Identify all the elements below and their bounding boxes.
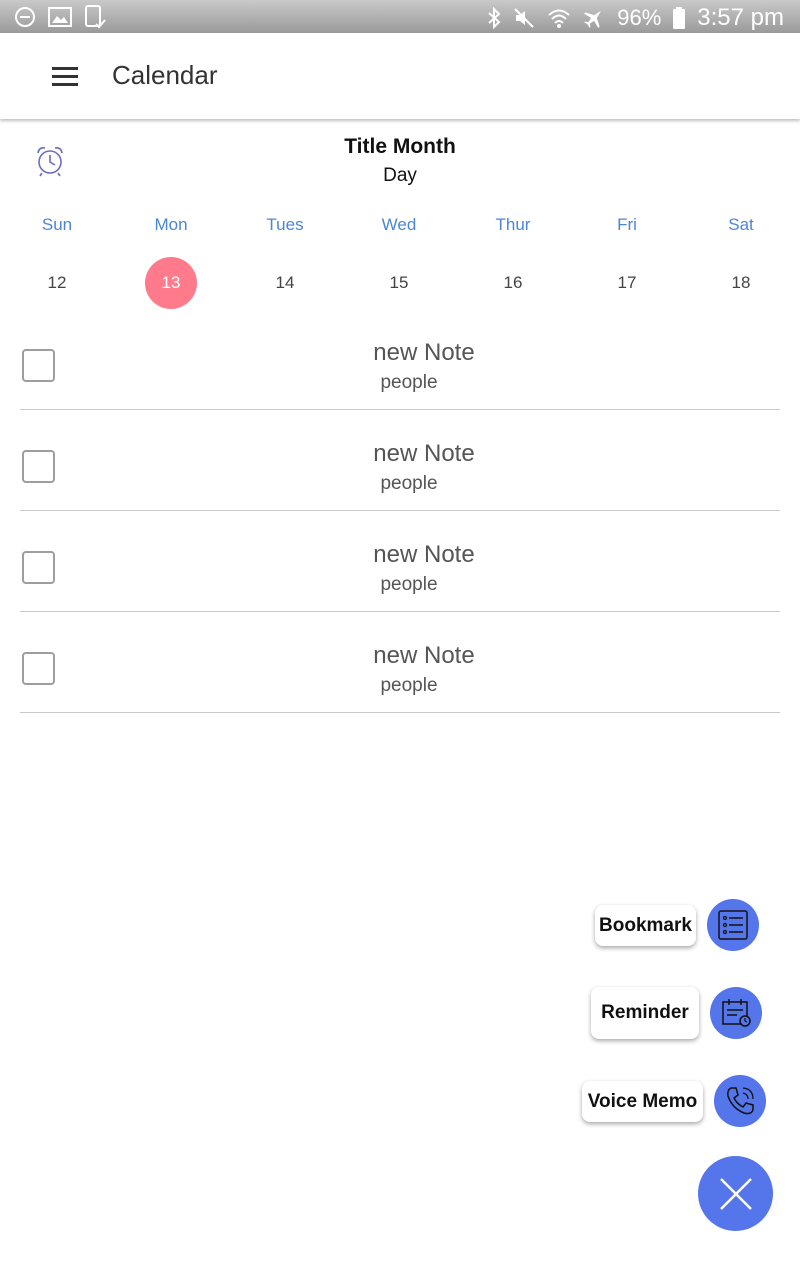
calendar-alarm-icon	[722, 999, 751, 1027]
voice-memo-fab[interactable]	[714, 1075, 766, 1127]
note-item[interactable]: new Note people	[20, 410, 780, 511]
wifi-icon	[548, 9, 570, 28]
note-title: new Note	[373, 339, 475, 366]
close-icon	[719, 1177, 752, 1210]
clock: 3:57 pm	[697, 4, 784, 31]
note-subtitle: people	[380, 675, 438, 696]
date-cell[interactable]: 12	[31, 257, 83, 309]
note-item[interactable]: new Note people	[20, 511, 780, 612]
notes-list: new Note people new Note people new Note…	[20, 309, 780, 713]
weekday-mon: Mon	[154, 215, 188, 234]
bluetooth-icon	[488, 7, 501, 29]
weekday-wed: Wed	[381, 215, 417, 234]
bookmark-button[interactable]: Bookmark	[595, 905, 696, 946]
voice-memo-button[interactable]: Voice Memo	[582, 1081, 703, 1122]
note-item[interactable]: new Note people	[20, 612, 780, 713]
do-not-disturb-icon	[15, 7, 35, 27]
date-cell[interactable]: 15	[373, 257, 425, 309]
hamburger-menu-icon[interactable]	[52, 67, 78, 87]
note-subtitle: people	[380, 473, 438, 494]
tablet-check-icon	[85, 5, 106, 29]
bookmark-fab[interactable]	[707, 899, 759, 951]
reminder-fab[interactable]	[710, 987, 762, 1039]
month-title: Title Month	[344, 135, 456, 158]
weekday-sun: Sun	[41, 215, 73, 234]
note-subtitle: people	[380, 574, 438, 595]
date-cell[interactable]: 18	[715, 257, 767, 309]
weekday-tue: Tues	[266, 215, 304, 234]
reminder-button[interactable]: Reminder	[591, 987, 699, 1039]
status-bar: 96% 3:57 pm	[0, 0, 800, 33]
date-cell[interactable]: 17	[601, 257, 653, 309]
app-bar: Calendar	[0, 33, 800, 119]
note-title: new Note	[373, 440, 475, 467]
app-title: Calendar	[112, 60, 218, 90]
airplane-icon	[584, 10, 602, 28]
note-item[interactable]: new Note people	[20, 309, 780, 410]
date-cell-selected[interactable]: 13	[145, 257, 197, 309]
close-fab-button[interactable]	[698, 1156, 773, 1231]
mute-icon	[514, 8, 534, 28]
date-cell[interactable]: 16	[487, 257, 539, 309]
image-icon	[48, 7, 72, 27]
weekday-fri: Fri	[617, 215, 637, 234]
date-cell[interactable]: 14	[259, 257, 311, 309]
note-title: new Note	[373, 541, 475, 568]
note-title: new Note	[373, 642, 475, 669]
week-dates: 12 13 14 15 16 17 18	[0, 257, 798, 309]
list-icon	[718, 910, 748, 940]
weekday-header: Sun Mon Tues Wed Thur Fri Sat	[0, 215, 798, 235]
note-subtitle: people	[380, 372, 438, 393]
battery-icon	[673, 7, 686, 29]
weekday-thu: Thur	[495, 215, 531, 234]
battery-percent: 96%	[617, 5, 662, 30]
phone-call-icon	[727, 1087, 754, 1115]
day-title: Day	[383, 165, 417, 186]
weekday-sat: Sat	[728, 215, 754, 234]
